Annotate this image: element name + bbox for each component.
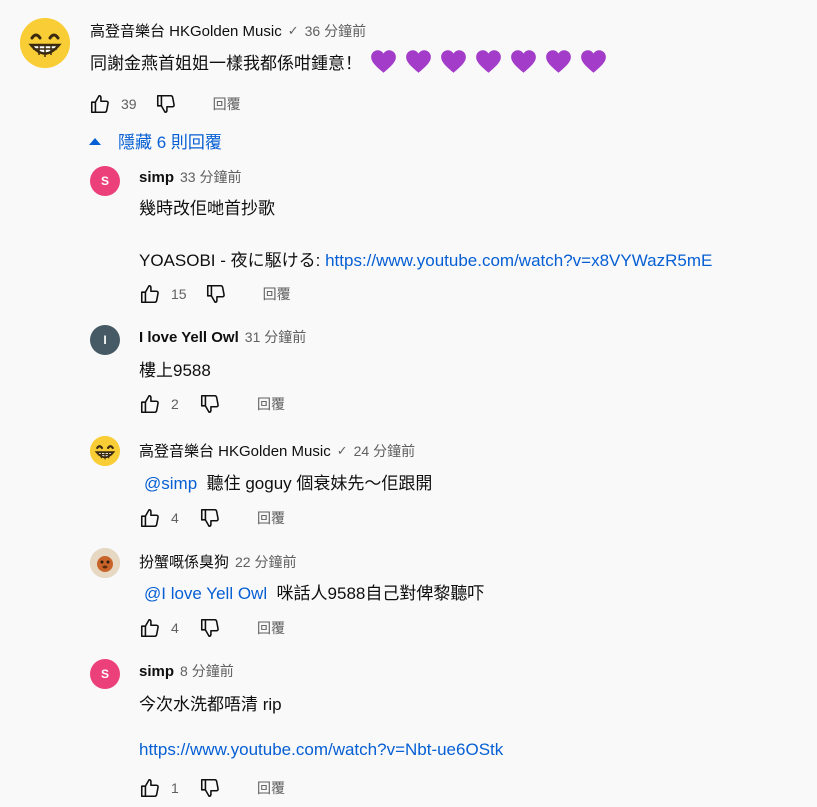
video-link[interactable]: https://www.youtube.com/watch?v=x8VYWazR… — [325, 251, 712, 270]
reply-avatar[interactable]: S — [90, 166, 120, 196]
reply-author[interactable]: simp — [139, 169, 174, 186]
reply-actions: 2 回覆 — [139, 392, 285, 416]
avatar-letter: I — [103, 333, 107, 347]
dislike-button[interactable] — [205, 283, 227, 305]
reply-text: 今次水洗都唔清 rip — [139, 695, 282, 714]
reply-author[interactable]: 扮蟹嘅係臭狗 — [139, 551, 229, 572]
dislike-button[interactable] — [199, 393, 221, 415]
reply-text: @simp 聽住 goguy 個衰妹先～佢跟開 — [144, 469, 432, 494]
grinning-face-icon — [20, 18, 70, 68]
like-button[interactable] — [139, 283, 161, 305]
dog-photo-icon — [90, 548, 120, 578]
avatar-letter: S — [100, 667, 109, 681]
like-button[interactable] — [139, 617, 161, 639]
like-count: 15 — [171, 286, 187, 302]
comment-actions: 39 回覆 — [89, 92, 241, 116]
video-link[interactable]: https://www.youtube.com/watch?v=Nbt-ue6O… — [139, 740, 503, 760]
reply-time[interactable]: 8 分鐘前 — [180, 661, 234, 681]
grinning-face-icon — [90, 436, 120, 466]
purple-heart-icon — [476, 50, 501, 73]
reply-time[interactable]: 31 分鐘前 — [245, 327, 306, 347]
comment-header: 高登音樂台 HKGolden Music ✓ 36 分鐘前 — [90, 20, 366, 41]
like-count: 2 — [171, 396, 179, 412]
like-button[interactable] — [139, 393, 161, 415]
reply-author[interactable]: 高登音樂台 HKGolden Music — [139, 440, 331, 461]
purple-heart-icon — [511, 50, 536, 73]
reply-body: 咪話人9588自己對俾黎聽吓 — [276, 584, 485, 603]
reply-button[interactable]: 回覆 — [257, 778, 285, 798]
comment-time[interactable]: 36 分鐘前 — [305, 21, 366, 41]
reply-avatar[interactable]: S — [90, 659, 120, 689]
reply-text-line: YOASOBI - 夜に駆ける: https://www.youtube.com… — [139, 246, 712, 271]
video-link-text[interactable]: https://www.youtube.com/watch?v=Nbt-ue6O… — [139, 740, 503, 759]
reply-button[interactable]: 回覆 — [213, 94, 241, 114]
like-button[interactable] — [89, 93, 111, 115]
reply-text-prefix: YOASOBI - 夜に駆ける: — [139, 251, 326, 270]
mention-link[interactable]: @simp — [144, 474, 197, 493]
reply-button[interactable]: 回覆 — [257, 394, 285, 414]
reply-avatar[interactable] — [90, 548, 120, 578]
purple-heart-icon — [406, 50, 431, 73]
channel-avatar[interactable] — [20, 18, 70, 68]
hide-replies-label: 隱藏 6 則回覆 — [118, 133, 222, 152]
verified-check-icon: ✓ — [336, 442, 348, 458]
avatar-letter: S — [100, 174, 109, 188]
reply-button[interactable]: 回覆 — [257, 508, 285, 528]
mention-link[interactable]: @I love Yell Owl — [144, 584, 267, 603]
purple-heart-icon — [581, 50, 606, 73]
reply-actions: 1 回覆 — [139, 776, 285, 800]
like-button[interactable] — [139, 777, 161, 799]
like-button[interactable] — [139, 507, 161, 529]
purple-hearts — [370, 49, 607, 74]
dislike-button[interactable] — [155, 93, 177, 115]
like-count: 4 — [171, 510, 179, 526]
hide-replies-button[interactable]: 隱藏 6 則回覆 — [88, 128, 222, 153]
reply-header: 高登音樂台 HKGolden Music ✓ 24 分鐘前 — [139, 440, 415, 461]
reply-header: simp 33 分鐘前 — [139, 167, 241, 187]
reply-actions: 15 回覆 — [139, 282, 291, 306]
like-count: 39 — [121, 96, 137, 112]
dislike-button[interactable] — [199, 777, 221, 799]
purple-heart-icon — [546, 50, 571, 73]
like-count: 1 — [171, 780, 179, 796]
reply-actions: 4 回覆 — [139, 506, 285, 530]
purple-heart-icon — [441, 50, 466, 73]
reply-header: 扮蟹嘅係臭狗 22 分鐘前 — [139, 551, 296, 572]
reply-time[interactable]: 24 分鐘前 — [354, 441, 415, 461]
reply-actions: 4 回覆 — [139, 616, 285, 640]
dislike-button[interactable] — [199, 507, 221, 529]
reply-text: 樓上9588 — [139, 361, 211, 380]
reply-header: I love Yell Owl 31 分鐘前 — [139, 327, 306, 347]
reply-button[interactable]: 回覆 — [263, 284, 291, 304]
reply-time[interactable]: 22 分鐘前 — [235, 552, 296, 572]
dislike-button[interactable] — [199, 617, 221, 639]
reply-author[interactable]: simp — [139, 663, 174, 680]
comment-text: 同謝金燕首姐姐一樣我都係咁鍾意！ — [90, 49, 607, 74]
reply-body: 聽住 goguy 個衰妹先～佢跟開 — [206, 474, 433, 493]
reply-time[interactable]: 33 分鐘前 — [180, 167, 241, 187]
reply-author[interactable]: I love Yell Owl — [139, 329, 239, 346]
reply-text: 幾時改佢哋首抄歌 — [139, 199, 275, 218]
like-count: 4 — [171, 620, 179, 636]
comment-body: 同謝金燕首姐姐一樣我都係咁鍾意！ — [90, 54, 362, 73]
reply-button[interactable]: 回覆 — [257, 618, 285, 638]
reply-avatar[interactable]: I — [90, 325, 120, 355]
reply-avatar[interactable] — [90, 436, 120, 466]
caret-up-icon — [89, 137, 101, 145]
verified-check-icon: ✓ — [287, 22, 299, 38]
reply-header: simp 8 分鐘前 — [139, 661, 234, 681]
comment-author[interactable]: 高登音樂台 HKGolden Music — [90, 20, 282, 41]
reply-text: @I love Yell Owl 咪話人9588自己對俾黎聽吓 — [144, 579, 484, 604]
purple-heart-icon — [371, 50, 396, 73]
